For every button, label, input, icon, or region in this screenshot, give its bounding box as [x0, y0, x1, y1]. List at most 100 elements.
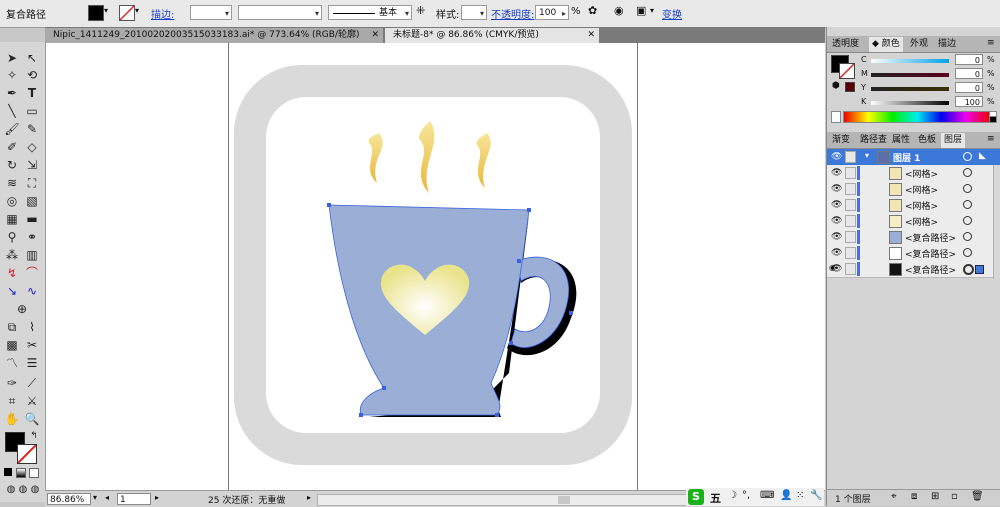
clipping-mask-icon[interactable]: ⧈ — [911, 491, 917, 502]
stroke-profile-dropdown[interactable]: 基本 ▾ — [328, 5, 412, 20]
arc-tool-icon[interactable]: ⌒ — [23, 265, 41, 281]
symbol-sprayer-icon[interactable]: ⁂ — [3, 247, 21, 263]
color-mode-icon[interactable] — [4, 468, 12, 476]
channel-m-input[interactable]: 0 — [955, 68, 983, 79]
channel-m-slider[interactable] — [871, 73, 949, 77]
pen-tool-icon[interactable]: ✒ — [3, 85, 21, 101]
live-paint-icon[interactable]: ▧ — [23, 193, 41, 209]
keyboard-icon[interactable]: ⌨ — [760, 490, 774, 501]
eraser-icon[interactable]: ◇ — [23, 139, 41, 155]
tab-pathfinder[interactable]: 路径查 — [857, 133, 890, 148]
layers-scrollbar[interactable] — [993, 165, 1000, 279]
gamut-swatch[interactable] — [845, 82, 855, 92]
pencil-icon[interactable]: ✎ — [23, 121, 41, 137]
target-circle-icon[interactable] — [963, 232, 972, 241]
tab-color[interactable]: ◆ 颜色 — [869, 37, 903, 52]
panel-menu-icon[interactable]: ≡ — [987, 38, 995, 48]
visibility-eye-icon[interactable]: 👁 — [831, 232, 842, 242]
wave-tool-icon[interactable]: ∿ — [23, 283, 41, 299]
target-circle-icon[interactable] — [963, 248, 972, 257]
channel-y-slider[interactable] — [871, 87, 949, 91]
expand-triangle-icon[interactable]: ▾ — [865, 151, 869, 160]
zoom-field[interactable]: 86.86% — [47, 493, 91, 505]
channel-c-input[interactable]: 0 — [955, 54, 983, 65]
lock-toggle[interactable] — [845, 215, 856, 227]
scale-tool-icon[interactable]: ⇲ — [23, 157, 41, 173]
paintbrush-icon[interactable]: 🖌 — [3, 121, 21, 137]
layer-row-compound-2[interactable]: 👁 <复合路径> — [827, 245, 1000, 262]
opacity-input[interactable]: 100 ▸ — [535, 5, 569, 20]
channel-k-slider[interactable] — [871, 101, 949, 105]
out-of-gamut-icon[interactable]: ⬢ — [832, 81, 840, 91]
fill-dropdown-icon[interactable]: ▾ — [104, 6, 108, 15]
tab-nipic-document[interactable]: Nipic_1411249_20100202003515033183.ai* @… — [45, 28, 383, 43]
close-icon[interactable]: ✕ — [587, 28, 595, 43]
opacity-label[interactable]: 不透明度: — [491, 6, 534, 21]
lock-toggle[interactable] — [845, 151, 856, 163]
recolor-icon[interactable]: ✿ — [588, 4, 597, 17]
target-circle-icon[interactable] — [963, 216, 972, 225]
grid-icon[interactable]: ⁙ — [796, 490, 804, 501]
width-tool-icon[interactable]: ↯ — [3, 265, 21, 281]
rotate-tool-icon[interactable]: ↻ — [3, 157, 21, 173]
visibility-eye-icon[interactable]: 👁 — [831, 200, 842, 210]
lock-toggle[interactable] — [845, 199, 856, 211]
visibility-eye-icon[interactable]: 👁 — [831, 152, 842, 162]
mesh-grid-icon[interactable]: ▩ — [3, 337, 21, 353]
target-tool-icon[interactable]: ⊕ — [13, 301, 31, 317]
perspective-grid-icon[interactable]: ▦ — [3, 211, 21, 227]
none-color-swatch[interactable] — [831, 111, 841, 123]
blend-tool-icon[interactable]: ⚭ — [23, 229, 41, 245]
lasso-icon[interactable]: ⟲ — [23, 67, 41, 83]
artwork-cup-icon[interactable] — [229, 43, 637, 490]
blob-brush-icon[interactable]: ✐ — [3, 139, 21, 155]
layer-row-mesh-4[interactable]: 👁 <网格> — [827, 213, 1000, 230]
layer-row-mesh-2[interactable]: 👁 <网格> — [827, 181, 1000, 198]
ime-mode[interactable]: 五 — [710, 490, 721, 506]
rectangle-tool-icon[interactable]: ▭ — [23, 103, 41, 119]
artboard-tool-icon[interactable]: ⧉ — [3, 319, 21, 335]
black-swatch[interactable] — [989, 116, 997, 123]
warp-tool-icon[interactable]: ≋ — [3, 175, 21, 191]
align-dropdown-icon[interactable]: ▾ — [650, 6, 654, 15]
status-menu-icon[interactable]: ▸ — [307, 493, 311, 502]
close-icon[interactable]: ✕ — [371, 28, 379, 43]
lock-toggle[interactable] — [845, 167, 856, 179]
graphic-style-icon[interactable]: ◉ — [614, 4, 624, 17]
layer-row-layer1[interactable]: 👁 ▾ 图层 1 ◣ — [827, 149, 1000, 166]
stroke-swatch[interactable] — [119, 5, 135, 21]
layer-row-mesh-3[interactable]: 👁 <网格> — [827, 197, 1000, 214]
stroke-color-box[interactable] — [17, 444, 37, 464]
swap-colors-icon[interactable]: ↰ — [25, 428, 43, 444]
stroke-label[interactable]: 描边: — [151, 6, 174, 21]
color-spectrum-bar[interactable] — [843, 111, 991, 123]
menu-lines-icon[interactable]: ☰ — [23, 355, 41, 371]
shape-builder-icon[interactable]: ◎ — [3, 193, 21, 209]
punctuation-icon[interactable]: °, — [742, 490, 750, 501]
tab-appearance[interactable]: 外观 — [907, 37, 931, 52]
style-dropdown[interactable]: ▾ — [461, 5, 487, 20]
stroke-weight-field[interactable]: ▾ — [190, 5, 232, 20]
new-layer-icon[interactable]: ▫ — [951, 491, 958, 502]
document-canvas[interactable] — [46, 43, 825, 490]
channel-c-slider[interactable] — [871, 59, 949, 63]
fill-swatch[interactable] — [88, 5, 104, 21]
visibility-eye-icon[interactable]: 👁 — [831, 248, 842, 258]
tab-stroke[interactable]: 描边 — [935, 37, 959, 52]
tab-swatches[interactable]: 色板 — [915, 133, 939, 148]
lock-toggle[interactable] — [845, 183, 856, 195]
gradient-mode-icon[interactable] — [16, 468, 26, 478]
stroke-dropdown-icon[interactable]: ▾ — [135, 6, 139, 15]
type-tool-icon[interactable]: T — [23, 85, 41, 101]
hand-tool-icon[interactable]: ✋ — [3, 411, 21, 427]
measure-icon[interactable]: ⟋ — [23, 375, 41, 391]
selection-indicator[interactable] — [975, 265, 984, 274]
color-stroke-swatch[interactable] — [839, 63, 855, 79]
eyedropper-icon[interactable]: ⚲ — [3, 229, 21, 245]
visibility-eye-icon[interactable]: 👁 — [831, 168, 842, 178]
visibility-eye-icon[interactable]: 👁 — [831, 216, 842, 226]
channel-y-input[interactable]: 0 — [955, 82, 983, 93]
free-transform-icon[interactable]: ⛶ — [23, 175, 41, 191]
prev-artboard-icon[interactable]: ◂ — [105, 493, 109, 502]
target-circle-icon[interactable] — [963, 168, 972, 177]
